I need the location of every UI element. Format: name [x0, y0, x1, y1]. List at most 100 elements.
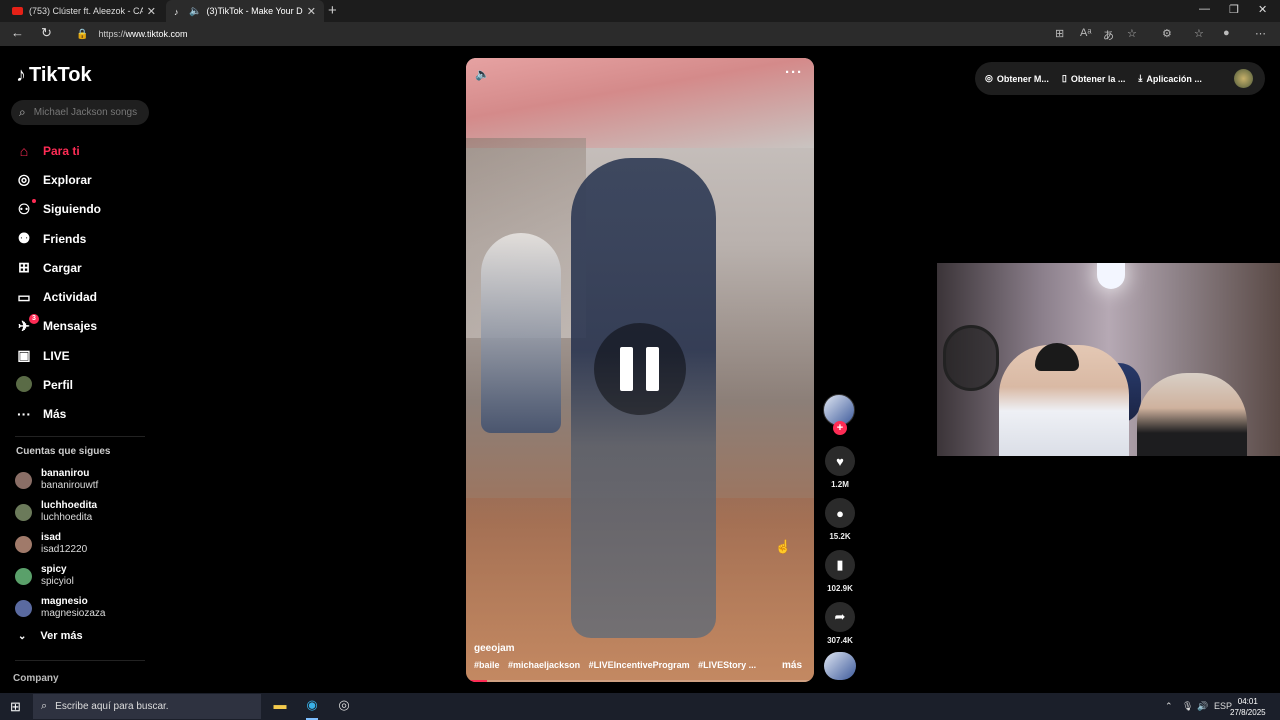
- taskbar-clock[interactable]: 04:01 27/8/2025: [1230, 696, 1266, 718]
- refresh-icon[interactable]: ↻: [41, 25, 52, 41]
- clock-date: 27/8/2025: [1230, 708, 1266, 717]
- desktop-app-button[interactable]: ⤓ Aplicación ...: [1138, 73, 1202, 84]
- video-player[interactable]: 🔈 ··· geeojam #baile #michaeljackson #LI…: [466, 58, 814, 682]
- close-tab-icon[interactable]: ✕: [147, 5, 156, 18]
- button-label: Obtener la ...: [1070, 73, 1126, 84]
- settings-more-icon[interactable]: ⋯: [1255, 27, 1266, 40]
- sidebar-item-live[interactable]: ▣ LIVE: [15, 341, 155, 370]
- divider: [15, 660, 145, 661]
- account-name: magnesio: [41, 596, 88, 607]
- hashtag-link[interactable]: #baile: [474, 660, 500, 670]
- following-account[interactable]: spicy spicyiol: [15, 560, 105, 592]
- get-coins-button[interactable]: ◎ Obtener M...: [985, 73, 1049, 84]
- minimize-icon[interactable]: —: [1199, 3, 1210, 15]
- search-icon: ⌕: [19, 105, 26, 119]
- browser-tab-bar: (753) Clúster ft. Aleezok - CARGO ✕ ♪ 🔈 …: [0, 0, 1280, 22]
- favorite-icon[interactable]: ☆: [1127, 27, 1137, 40]
- obs-icon[interactable]: ◎: [334, 697, 354, 716]
- following-account[interactable]: bananirou bananirouwtf: [15, 464, 105, 496]
- video-progress-bar[interactable]: [466, 680, 814, 682]
- search-input[interactable]: ⌕ Michael Jackson songs: [11, 100, 149, 125]
- browser-tab-tiktok[interactable]: ♪ 🔈 (3)TikTok - Make Your Day ✕: [166, 0, 324, 22]
- url-host: www.tiktok.com: [125, 29, 188, 39]
- windows-start-icon[interactable]: ⊞: [10, 699, 21, 715]
- sidebar-item-perfil[interactable]: Perfil: [15, 370, 155, 399]
- following-account[interactable]: isad isad12220: [15, 528, 105, 560]
- sound-avatar[interactable]: [824, 652, 856, 680]
- fan: [943, 325, 999, 391]
- sidebar-item-mas[interactable]: ··· Más: [15, 400, 155, 429]
- get-app-button[interactable]: ▯ Obtener la ...: [1062, 73, 1125, 84]
- tab-title: (3)TikTok - Make Your Day: [206, 6, 303, 16]
- avatar: [15, 503, 32, 521]
- profile-icon[interactable]: ●: [1223, 27, 1230, 39]
- read-aloud-icon[interactable]: Aᵃ: [1080, 27, 1091, 39]
- sidebar-item-label: Perfil: [43, 378, 74, 393]
- translate-icon[interactable]: あ: [1103, 27, 1114, 43]
- close-tab-icon[interactable]: ✕: [307, 5, 316, 18]
- sidebar-item-label: LIVE: [43, 348, 70, 363]
- chevron-up-icon[interactable]: ⌃: [1165, 701, 1173, 712]
- account-handle: spicyiol: [41, 576, 74, 587]
- favorites-bar-icon[interactable]: ☆: [1194, 27, 1204, 40]
- avatar: [15, 567, 32, 585]
- account-handle: magnesiozaza: [41, 608, 106, 619]
- taskbar-search-input[interactable]: ⌕ Escribe aquí para buscar.: [33, 694, 261, 719]
- like-count: 1.2M: [831, 480, 849, 489]
- sidebar-item-label: Cargar: [43, 260, 82, 275]
- volume-icon[interactable]: 🔈: [475, 67, 490, 81]
- user-avatar[interactable]: [1234, 69, 1253, 88]
- sidebar-item-label: Mensajes: [43, 319, 98, 334]
- extensions-icon[interactable]: ⚙: [1162, 27, 1172, 40]
- hashtag-link[interactable]: #michaeljackson: [508, 660, 580, 670]
- following-account[interactable]: magnesio magnesiozaza: [15, 592, 105, 624]
- follow-plus-icon[interactable]: +: [833, 421, 847, 435]
- restore-icon[interactable]: ❐: [1229, 3, 1239, 16]
- activity-icon: ▭: [17, 288, 31, 305]
- sidebar-item-explorar[interactable]: ◎ Explorar: [15, 165, 155, 194]
- browser-tab-youtube[interactable]: (753) Clúster ft. Aleezok - CARGO ✕: [4, 0, 164, 22]
- notification-dot: [32, 198, 36, 203]
- sidebar-item-mensajes[interactable]: ✈ 3 Mensajes: [15, 312, 155, 341]
- tiktok-logo[interactable]: ♪ TikTok: [16, 64, 92, 87]
- volume-icon[interactable]: 🔊: [1197, 701, 1208, 712]
- share-button[interactable]: ➦ 307.4K: [825, 602, 855, 645]
- sidebar-item-actividad[interactable]: ▭ Actividad: [15, 282, 155, 311]
- app-available-icon[interactable]: ⊞: [1055, 27, 1064, 40]
- account-name: luchhoedita: [41, 500, 98, 511]
- account-handle: bananirouwtf: [41, 480, 99, 491]
- sidebar-item-cargar[interactable]: ⊞ Cargar: [15, 253, 155, 282]
- account-name: bananirou: [41, 468, 90, 479]
- phone-icon: ▯: [1061, 73, 1067, 83]
- hashtag-link[interactable]: #LIVEIncentiveProgram: [589, 660, 690, 670]
- speaker-icon[interactable]: 🔈: [189, 6, 201, 17]
- video-author[interactable]: geeojam: [474, 643, 515, 654]
- like-button[interactable]: ♥ 1.2M: [825, 446, 855, 489]
- messages-icon: ✈ 3: [15, 313, 39, 335]
- sidebar-item-siguiendo[interactable]: ⚇ Siguiendo: [15, 195, 155, 224]
- pause-button[interactable]: [594, 323, 686, 415]
- hashtag-link[interactable]: #LIVEStory ...: [698, 660, 756, 670]
- url-field[interactable]: 🔒 https://www.tiktok.com: [76, 25, 1036, 43]
- save-button[interactable]: ▮ 102.9K: [825, 550, 855, 593]
- following-list: bananirou bananirouwtf luchhoedita luchhoe…: [15, 464, 105, 624]
- sidebar-item-friends[interactable]: ⚉ Friends: [15, 224, 155, 253]
- sidebar-item-para-ti[interactable]: ⌂ Para ti: [15, 136, 155, 165]
- more-caption-button[interactable]: más: [782, 660, 802, 671]
- company-link[interactable]: Company: [13, 673, 59, 684]
- comment-button[interactable]: ● 15.2K: [825, 498, 855, 541]
- video-frame-wall: [466, 58, 814, 148]
- new-tab-icon[interactable]: +: [328, 2, 337, 19]
- more-options-icon[interactable]: ···: [785, 64, 803, 81]
- edge-browser-icon[interactable]: ◉: [302, 697, 322, 720]
- video-hashtags: #baile #michaeljackson #LIVEIncentivePro…: [474, 660, 762, 670]
- microphone-icon[interactable]: 🎙: [1182, 701, 1193, 712]
- creator-avatar[interactable]: +: [823, 394, 855, 435]
- back-icon[interactable]: ←: [11, 25, 24, 40]
- close-window-icon[interactable]: ✕: [1258, 3, 1267, 16]
- file-explorer-icon[interactable]: ▬: [270, 697, 290, 716]
- following-account[interactable]: luchhoedita luchhoedita: [15, 496, 105, 528]
- search-placeholder: Michael Jackson songs: [33, 107, 138, 118]
- sidebar-item-label: Para ti: [43, 143, 80, 158]
- ver-mas-button[interactable]: ⌄ Ver más: [18, 630, 83, 642]
